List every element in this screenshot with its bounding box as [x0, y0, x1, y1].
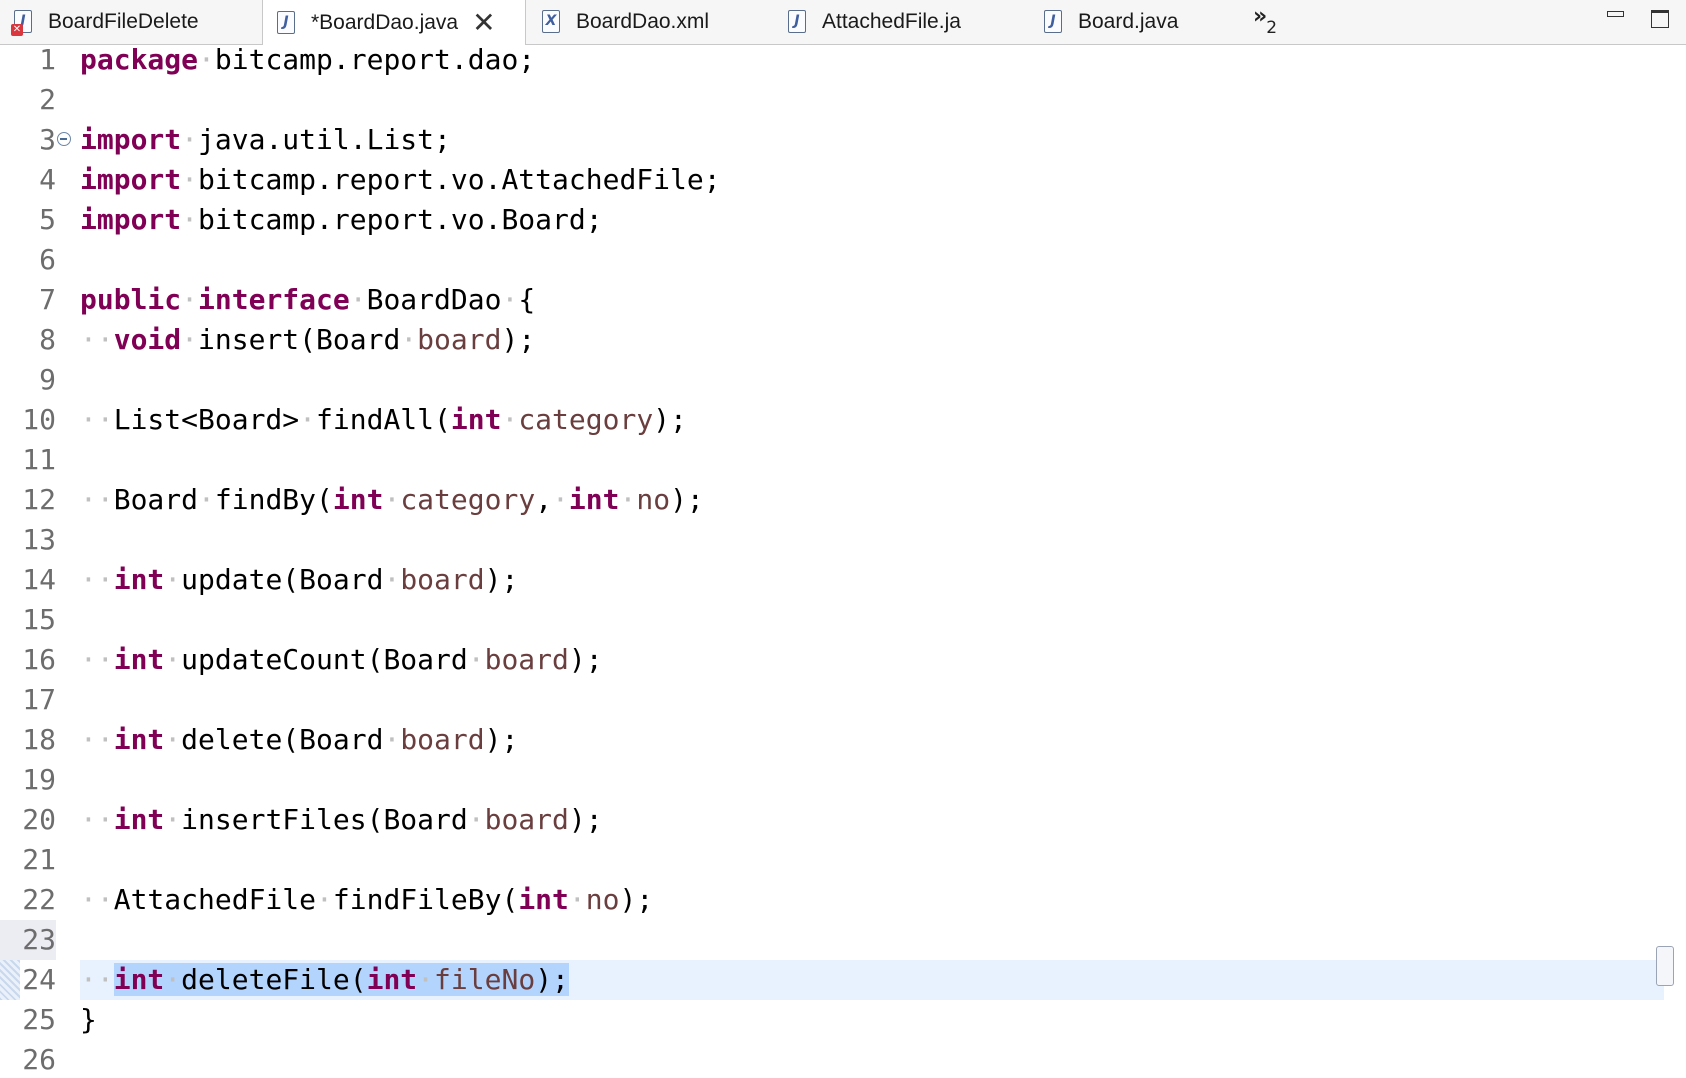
code-line[interactable]: 24 ··int·deleteFile(int·fileNo);	[0, 960, 1686, 1000]
editor-tab-bar: J ✕ BoardFileDelete J *BoardDao.java ✕ X…	[0, 0, 1686, 45]
close-tab-icon[interactable]: ✕	[472, 8, 495, 37]
line-number: 3	[39, 123, 56, 156]
code-editor[interactable]: 1 package·bitcamp.report.dao; 2 3 import·jav…	[0, 46, 1686, 1078]
code-text: ··int·deleteFile(int·fileNo);	[80, 963, 569, 996]
code-text: }	[80, 1003, 97, 1036]
xml-file-icon: X	[540, 9, 562, 35]
code-line[interactable]: 10 ··List<Board>·findAll(int·category);	[0, 400, 1686, 440]
fold-collapse-icon[interactable]	[57, 132, 71, 146]
code-line[interactable]: 18 ··int·delete(Board·board);	[0, 720, 1686, 760]
java-file-icon: J	[275, 10, 297, 36]
tab-attachedfile-java[interactable]: J AttachedFile.ja	[772, 0, 1028, 44]
code-line[interactable]: 12 ··Board·findBy(int·category,·int·no);	[0, 480, 1686, 520]
code-line[interactable]: 13	[0, 520, 1686, 560]
code-line[interactable]: 5 import·bitcamp.report.vo.Board;	[0, 200, 1686, 240]
code-line[interactable]: 17	[0, 680, 1686, 720]
code-text: ··int·delete(Board·board);	[80, 723, 519, 756]
line-number: 26	[22, 1043, 56, 1076]
code-line[interactable]: 22 ··AttachedFile·findFileBy(int·no);	[0, 880, 1686, 920]
tab-overflow-button[interactable]: »2	[1253, 4, 1277, 38]
line-number: 12	[22, 483, 56, 516]
line-number: 1	[39, 46, 56, 76]
code-text: ··AttachedFile·findFileBy(int·no);	[80, 883, 654, 916]
line-number: 9	[39, 363, 56, 396]
line-number: 20	[22, 803, 56, 836]
line-number: 10	[22, 403, 56, 436]
tab-label: *BoardDao.java	[311, 10, 459, 34]
line-number: 14	[22, 563, 56, 596]
tab-boarddao-xml[interactable]: X BoardDao.xml	[526, 0, 772, 44]
code-text: ··int·insertFiles(Board·board);	[80, 803, 603, 836]
code-line[interactable]: 20 ··int·insertFiles(Board·board);	[0, 800, 1686, 840]
java-file-icon: J	[1042, 9, 1064, 35]
code-line[interactable]: 2	[0, 80, 1686, 120]
line-number: 18	[22, 723, 56, 756]
line-number: 21	[22, 843, 56, 876]
code-line[interactable]: 3 import·java.util.List;	[0, 120, 1686, 160]
code-line[interactable]: 25}	[0, 1000, 1686, 1040]
line-number: 2	[39, 83, 56, 116]
line-number: 17	[22, 683, 56, 716]
code-line[interactable]: 21	[0, 840, 1686, 880]
code-text: package·bitcamp.report.dao;	[80, 46, 536, 76]
code-text: ··Board·findBy(int·category,·int·no);	[80, 483, 704, 516]
line-number: 6	[39, 243, 56, 276]
code-line[interactable]: 4 import·bitcamp.report.vo.AttachedFile;	[0, 160, 1686, 200]
code-text: public·interface·BoardDao·{	[80, 283, 536, 316]
line-number: 11	[22, 443, 56, 476]
code-line[interactable]: 7 public·interface·BoardDao·{	[0, 280, 1686, 320]
code-line[interactable]: 11	[0, 440, 1686, 480]
line-number: 24	[22, 963, 56, 996]
tab-label: BoardFileDelete	[48, 10, 199, 33]
code-line[interactable]: 6	[0, 240, 1686, 280]
hidden-tab-count: 2	[1266, 18, 1278, 38]
chevron-double-right-icon: »	[1253, 4, 1267, 29]
tab-label: Board.java	[1078, 10, 1179, 33]
tab-label: BoardDao.xml	[576, 10, 710, 33]
code-line[interactable]: 14 ··int·update(Board·board);	[0, 560, 1686, 600]
java-file-error-icon: J ✕	[11, 9, 34, 36]
java-file-icon: J	[786, 9, 808, 35]
code-line[interactable]: 9	[0, 360, 1686, 400]
code-line[interactable]: 15	[0, 600, 1686, 640]
text-selection: int·deleteFile(int·fileNo);	[113, 963, 569, 996]
tab-label: AttachedFile.ja	[822, 10, 961, 33]
line-number: 23	[0, 920, 56, 960]
code-text: import·bitcamp.report.vo.Board;	[80, 203, 603, 236]
line-number: 16	[22, 643, 56, 676]
code-text: ··void·insert(Board·board);	[80, 323, 536, 356]
code-line[interactable]: 23	[0, 920, 1686, 960]
code-line[interactable]: 16 ··int·updateCount(Board·board);	[0, 640, 1686, 680]
line-number: 4	[39, 163, 56, 196]
code-text: import·bitcamp.report.vo.AttachedFile;	[80, 163, 721, 196]
line-number: 19	[22, 763, 56, 796]
code-line[interactable]: 26	[0, 1040, 1686, 1078]
code-text: ··int·updateCount(Board·board);	[80, 643, 603, 676]
line-number: 7	[39, 283, 56, 316]
code-text: ··int·update(Board·board);	[80, 563, 519, 596]
code-line[interactable]: 1 package·bitcamp.report.dao;	[0, 46, 1686, 80]
code-line[interactable]: 19	[0, 760, 1686, 800]
maximize-icon[interactable]	[1650, 8, 1670, 28]
code-text: ··List<Board>·findAll(int·category);	[80, 403, 687, 436]
line-number: 25	[22, 1003, 56, 1036]
line-number: 5	[39, 203, 56, 236]
minimize-icon[interactable]	[1606, 8, 1626, 26]
line-number: 15	[22, 603, 56, 636]
line-number: 22	[22, 883, 56, 916]
line-number: 8	[39, 323, 56, 356]
tab-board-java[interactable]: J Board.java	[1028, 0, 1238, 44]
code-text: import·java.util.List;	[80, 123, 451, 156]
code-line[interactable]: 8 ··void·insert(Board·board);	[0, 320, 1686, 360]
tab-boarddao-java[interactable]: J *BoardDao.java ✕	[262, 0, 526, 45]
tab-boardfiledelete[interactable]: J ✕ BoardFileDelete	[0, 0, 262, 44]
vertical-scrollbar-thumb[interactable]	[1656, 946, 1674, 986]
line-number: 13	[22, 523, 56, 556]
